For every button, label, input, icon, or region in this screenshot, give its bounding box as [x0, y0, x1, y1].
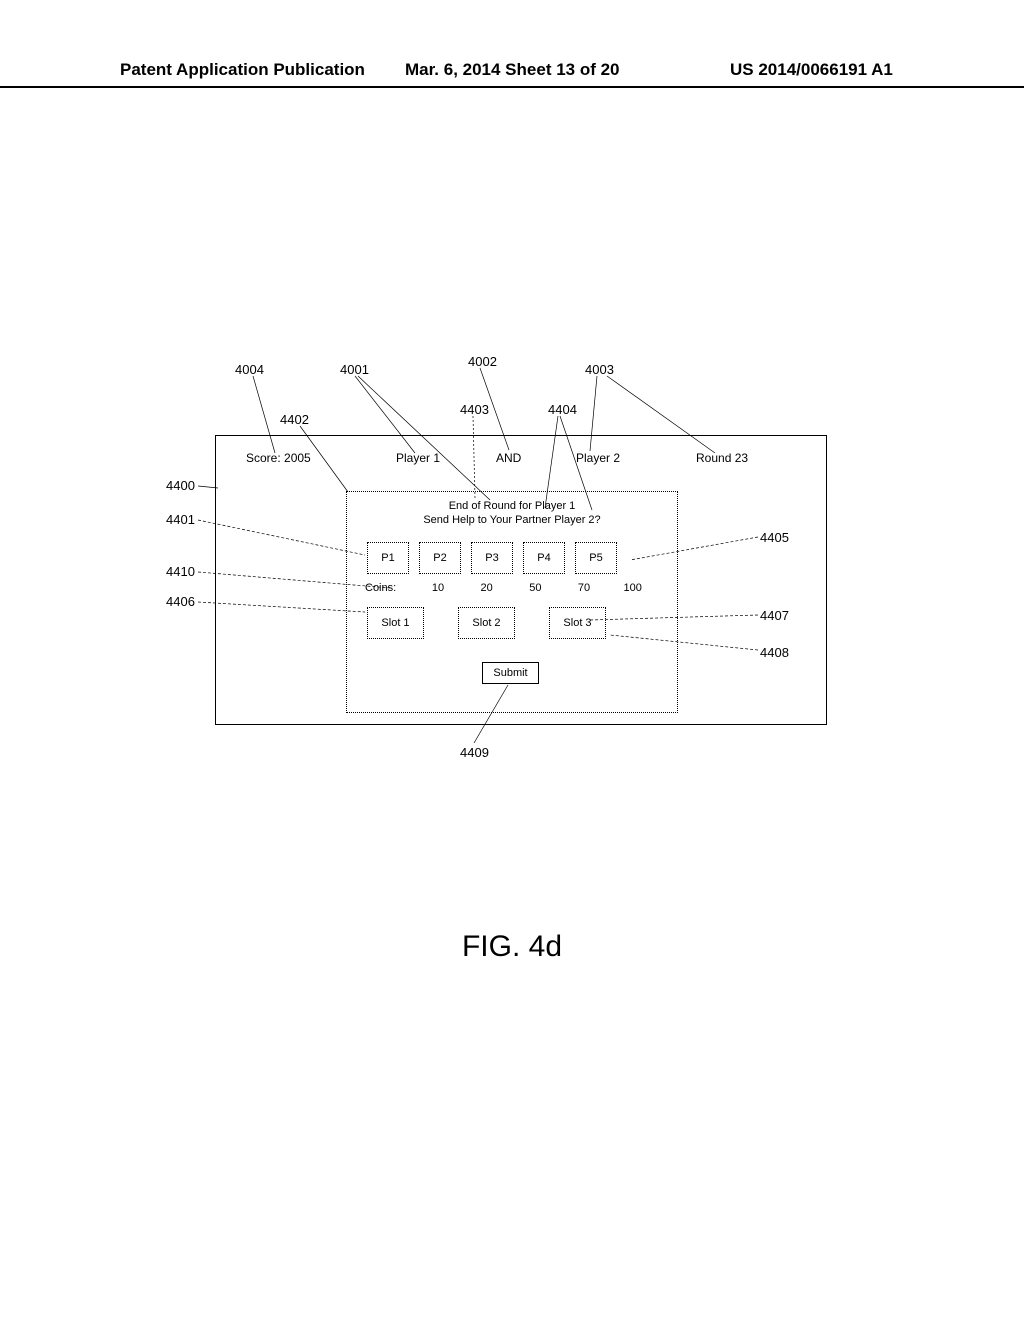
ref-4003: 4003: [585, 362, 614, 377]
powerup-p5[interactable]: P5: [575, 542, 617, 574]
and-text: AND: [496, 451, 521, 465]
header-publication: Patent Application Publication: [120, 60, 365, 80]
powerup-p1[interactable]: P1: [367, 542, 409, 574]
powerup-p4[interactable]: P4: [523, 542, 565, 574]
ref-4400: 4400: [166, 478, 195, 493]
slot-3[interactable]: Slot 3: [549, 607, 606, 639]
dialog-line2: Send Help to Your Partner Player 2?: [347, 514, 677, 528]
header-patent-number: US 2014/0066191 A1: [730, 60, 893, 80]
round-text: Round 23: [696, 451, 748, 465]
powerup-row: P1 P2 P3 P4 P5: [367, 542, 617, 574]
coins-val-2: 20: [462, 582, 511, 594]
slot-row: Slot 1 Slot 2 Slot 3: [367, 607, 606, 639]
powerup-p3[interactable]: P3: [471, 542, 513, 574]
dialog-line1: End of Round for Player 1: [347, 500, 677, 514]
score-text: Score: 2005: [246, 451, 311, 465]
player1-text: Player 1: [396, 451, 440, 465]
ref-4410: 4410: [166, 564, 195, 579]
coins-val-5: 100: [608, 582, 657, 594]
page-header: Patent Application Publication Mar. 6, 2…: [0, 80, 1024, 88]
ref-4409: 4409: [460, 745, 489, 760]
slot-1[interactable]: Slot 1: [367, 607, 424, 639]
ref-4004: 4004: [235, 362, 264, 377]
figure-4d: 4004 4001 4002 4003 4402 4403 4404 4400 …: [160, 350, 860, 760]
powerup-p2[interactable]: P2: [419, 542, 461, 574]
dialog-box: End of Round for Player 1 Send Help to Y…: [346, 491, 678, 713]
ref-4404: 4404: [548, 402, 577, 417]
slot-2[interactable]: Slot 2: [458, 607, 515, 639]
dialog-message: End of Round for Player 1 Send Help to Y…: [347, 500, 677, 528]
ref-4403: 4403: [460, 402, 489, 417]
game-screen-box: Score: 2005 Player 1 AND Player 2 Round …: [215, 435, 827, 725]
ref-4402: 4402: [280, 412, 309, 427]
coins-val-1: 10: [414, 582, 463, 594]
submit-button[interactable]: Submit: [482, 662, 539, 684]
figure-label: FIG. 4d: [0, 930, 1024, 964]
header-sheet: Mar. 6, 2014 Sheet 13 of 20: [405, 60, 620, 80]
coins-val-3: 50: [511, 582, 560, 594]
player2-text: Player 2: [576, 451, 620, 465]
coins-row: Coins: 10 20 50 70 100: [365, 582, 657, 594]
ref-4001: 4001: [340, 362, 369, 377]
ref-4401: 4401: [166, 512, 195, 527]
coins-val-4: 70: [560, 582, 609, 594]
coins-label: Coins:: [365, 582, 414, 594]
ref-4002: 4002: [468, 354, 497, 369]
ref-4406: 4406: [166, 594, 195, 609]
